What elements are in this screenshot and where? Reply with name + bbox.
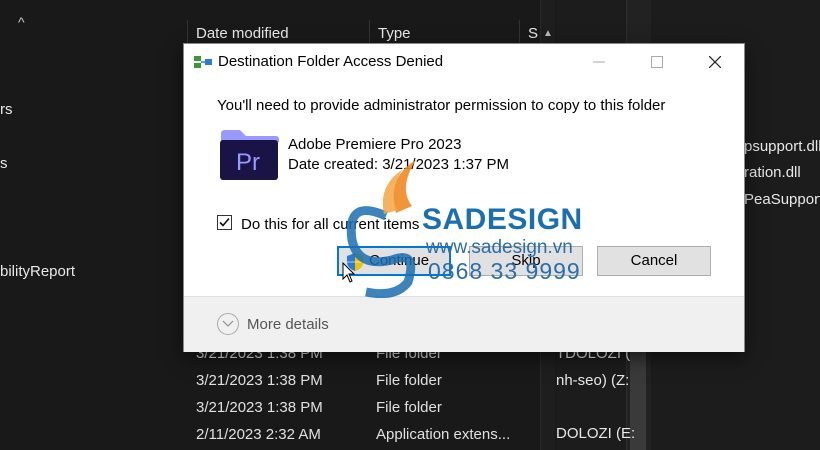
file-name[interactable]: PeaSupport. xyxy=(744,191,820,208)
watermark-url: www.sadesign.vn xyxy=(426,237,573,258)
more-details-toggle[interactable] xyxy=(217,313,239,335)
row-date: 3/21/2023 1:38 PM xyxy=(196,372,323,389)
watermark-brand: SADESIGN xyxy=(422,203,583,236)
more-details-label[interactable]: More details xyxy=(247,316,329,333)
dialog-title: Destination Folder Access Denied xyxy=(218,53,444,70)
close-icon xyxy=(709,56,721,68)
permission-message: You'll need to provide administrator per… xyxy=(217,97,666,114)
maximize-icon xyxy=(651,56,663,68)
minimize-icon xyxy=(593,61,605,63)
item-name: Adobe Premiere Pro 2023 xyxy=(288,136,462,153)
cancel-button[interactable]: Cancel xyxy=(597,246,711,276)
column-header-size[interactable]: S xyxy=(519,20,541,47)
watermark-phone: 0868 33 9999 xyxy=(428,258,581,284)
row-type: File folder xyxy=(376,372,442,389)
dialog-titlebar[interactable]: Destination Folder Access Denied xyxy=(184,44,744,80)
minimize-button[interactable] xyxy=(570,44,628,80)
apply-all-checkbox[interactable] xyxy=(217,215,232,230)
drive-item[interactable]: DOLOZI (E: xyxy=(556,425,635,442)
file-name[interactable]: psupport.dll xyxy=(744,138,820,155)
file-name[interactable]: ration.dll xyxy=(744,164,801,181)
checkmark-icon xyxy=(219,217,230,227)
cancel-label: Cancel xyxy=(630,252,678,269)
row-type: Application extens... xyxy=(376,426,511,443)
column-header-label: Date modified xyxy=(196,25,289,42)
nav-pane-item[interactable]: bilityReport xyxy=(0,263,75,280)
collapse-chevron-icon[interactable]: ^ xyxy=(18,14,25,30)
close-button[interactable] xyxy=(686,44,744,80)
nav-pane-item[interactable]: s xyxy=(0,155,8,172)
row-type: File folder xyxy=(376,399,442,416)
premiere-icon-text: Pr xyxy=(236,149,260,176)
maximize-button[interactable] xyxy=(628,44,686,80)
row-date: 2/11/2023 2:32 AM xyxy=(196,426,321,443)
chevron-down-icon xyxy=(222,320,234,327)
premiere-pro-folder-icon: Pr xyxy=(220,130,279,180)
copy-folder-icon xyxy=(194,56,212,68)
drive-item[interactable]: nh-seo) (Z: xyxy=(556,372,629,389)
sadesign-logo-icon xyxy=(346,160,416,298)
dialog-footer: More details xyxy=(184,296,744,352)
column-header-date-modified[interactable]: Date modified xyxy=(187,20,369,47)
column-header-label: S xyxy=(528,25,539,42)
scroll-up-arrow-icon[interactable]: ▲ xyxy=(543,28,553,39)
access-denied-dialog: Destination Folder Access Denied You'll … xyxy=(184,44,744,352)
column-header-type[interactable]: Type xyxy=(369,20,519,47)
column-header-label: Type xyxy=(378,25,411,42)
mouse-cursor-icon xyxy=(342,262,356,283)
row-date: 3/21/2023 1:38 PM xyxy=(196,399,323,416)
nav-pane-item[interactable]: rs xyxy=(0,101,13,118)
